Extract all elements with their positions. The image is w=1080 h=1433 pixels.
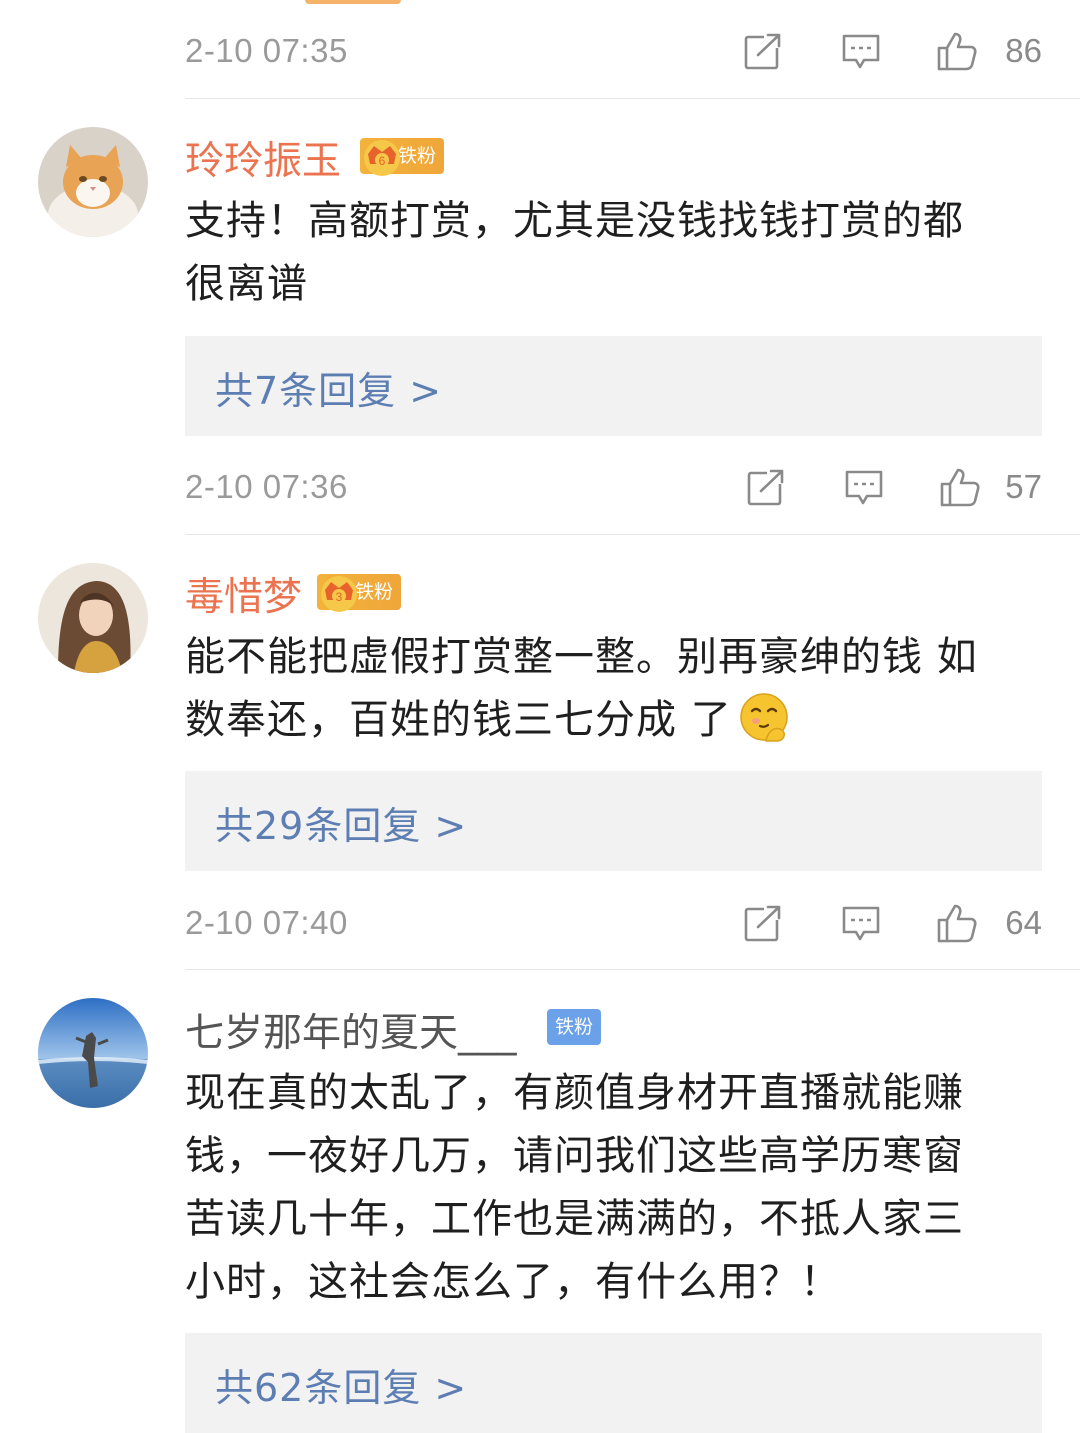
- reply-count-label[interactable]: 共62条回复 >: [215, 1357, 467, 1412]
- comment-icon[interactable]: [840, 30, 882, 72]
- comment-text-fragment: 数奉还，百姓的钱三七分成 了: [185, 697, 732, 743]
- username[interactable]: 玲玲振玉: [185, 130, 341, 186]
- thumbs-up-icon[interactable]: [936, 30, 978, 72]
- crown-icon: 3: [321, 576, 357, 612]
- comment-icon[interactable]: [840, 902, 882, 944]
- like-count: 57: [1005, 468, 1042, 505]
- forward-icon[interactable]: [742, 902, 784, 944]
- previous-badge-edge: [305, 0, 401, 4]
- think-emoji-icon: [739, 693, 788, 742]
- username[interactable]: 毒惜梦: [185, 566, 302, 622]
- comment-text: 现在真的太乱了，有颜值身材开直播就能赚 钱，一夜好几万，请问我们这些高学历寒窗 …: [185, 1062, 1045, 1314]
- like-count: 64: [1005, 904, 1042, 941]
- comment-actions: 2-10 07:40 64: [185, 896, 1042, 946]
- comment-text: 支持！高额打赏，尤其是没钱找钱打赏的都 很离谱: [185, 190, 1045, 316]
- iron-fan-badge: 铁粉: [547, 1009, 602, 1049]
- reply-count-label[interactable]: 共29条回复 >: [215, 795, 467, 850]
- comment-actions: 2-10 07:35 86: [185, 24, 1042, 74]
- comment-text-line: 很离谱: [185, 261, 308, 307]
- user-avatar[interactable]: [38, 127, 148, 237]
- comment-timestamp: 2-10 07:40: [185, 904, 348, 941]
- comment-text-line: 钱，一夜好几万，请问我们这些高学历寒窗: [185, 1133, 964, 1179]
- iron-fan-badge: 3 铁粉: [317, 574, 402, 614]
- comment-text-line: 小时，这社会怎么了，有什么用？！: [185, 1259, 841, 1305]
- comment-text: 能不能把虚假打赏整一整。别再豪绅的钱 如 数奉还，百姓的钱三七分成 了: [185, 626, 1045, 752]
- badge-level: 6: [379, 154, 386, 168]
- thumbs-up-icon[interactable]: [936, 902, 978, 944]
- username[interactable]: 七岁那年的夏天___: [185, 1002, 517, 1058]
- thumbs-up-icon[interactable]: [939, 466, 981, 508]
- comment-timestamp: 2-10 07:35: [185, 32, 348, 69]
- comment-text-line: 苦读几十年，工作也是满满的，不抵人家三: [185, 1196, 964, 1242]
- view-replies-button[interactable]: 共29条回复 >: [185, 771, 1042, 871]
- comment-text-line: 支持！高额打赏，尤其是没钱找钱打赏的都: [185, 198, 964, 244]
- comment-timestamp: 2-10 07:36: [185, 468, 348, 505]
- badge-level: 3: [336, 590, 343, 604]
- comment-divider: [185, 969, 1080, 970]
- badge-label: 铁粉: [547, 1009, 602, 1045]
- forward-icon[interactable]: [745, 466, 787, 508]
- user-avatar[interactable]: [38, 563, 148, 673]
- reply-count-label[interactable]: 共7条回复 >: [215, 360, 442, 415]
- like-count: 86: [1005, 32, 1042, 69]
- view-replies-button[interactable]: 共62条回复 >: [185, 1333, 1042, 1433]
- comment-divider: [185, 534, 1080, 535]
- comment-text-line: 能不能把虚假打赏整一整。别再豪绅的钱 如: [185, 634, 978, 680]
- crown-icon: 6: [364, 140, 400, 176]
- comment-icon[interactable]: [843, 466, 885, 508]
- view-replies-button[interactable]: 共7条回复 >: [185, 336, 1042, 436]
- comment-text-line: 数奉还，百姓的钱三七分成 了: [185, 689, 1045, 752]
- comment-text-line: 现在真的太乱了，有颜值身材开直播就能赚: [185, 1070, 964, 1116]
- comment-actions: 2-10 07:36 57: [185, 460, 1042, 510]
- comment-divider: [185, 98, 1080, 99]
- user-avatar[interactable]: [38, 998, 148, 1108]
- forward-icon[interactable]: [742, 30, 784, 72]
- iron-fan-badge: 6 铁粉: [360, 138, 445, 178]
